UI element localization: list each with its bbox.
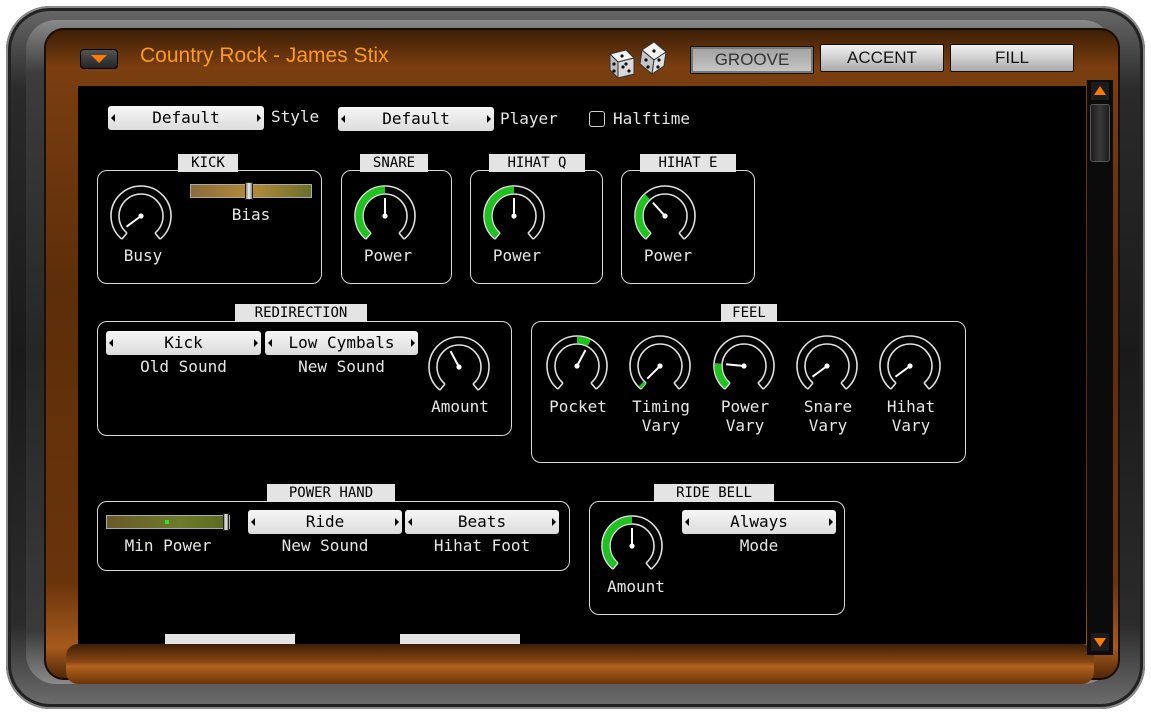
busy-knob[interactable] [106,182,176,248]
feel-title: FEEL [721,304,777,322]
arrow-left-icon [268,339,272,347]
arrow-left-icon [251,518,255,526]
power-hand-sound-value: Ride [305,512,345,531]
power-hand-sound-label: New Sound [281,536,369,555]
next-section-title-right [400,634,520,644]
busy-label: Busy [123,246,163,265]
halftime-label: Halftime [613,109,691,128]
hihat-vary-label-2: Vary [891,416,931,435]
groove-tab-button[interactable]: GROOVE [690,46,814,74]
pocket-label: Pocket [549,397,607,416]
arrow-left-icon [685,518,689,526]
old-sound-value: Kick [164,333,203,352]
min-power-indicator [165,520,169,524]
power-vary-label-2: Vary [725,416,765,435]
hihat-e-power-label: Power [643,246,693,265]
redirection-amount-knob[interactable] [424,333,494,399]
min-power-label: Min Power [124,536,212,555]
hihat-foot-label: Hihat Foot [433,536,531,555]
snare-vary-label-1: Snare [803,397,853,416]
arrow-right-icon [487,115,491,123]
power-hand-title: POWER HAND [267,484,395,502]
halftime-checkbox[interactable] [589,111,605,127]
hihat-e-title: HIHAT E [640,154,736,172]
arrow-left-icon [408,518,412,526]
pocket-knob[interactable] [542,332,612,398]
groove-panel: Default Style Default Player Halftime KI… [78,86,1086,644]
new-sound-selector[interactable]: Low Cymbals [265,331,418,355]
arrow-right-icon [254,339,258,347]
power-vary-label-1: Power [720,397,770,416]
ride-bell-amount-label: Amount [607,577,665,596]
hihat-foot-value: Beats [457,512,507,531]
ride-bell-mode-selector[interactable]: Always [682,510,836,534]
timing-vary-label-2: Vary [641,416,681,435]
accent-tab-button[interactable]: ACCENT [820,44,944,72]
dice-randomize-icon[interactable] [604,40,676,80]
arrow-right-icon [257,114,261,122]
arrow-right-icon [411,339,415,347]
next-section-title-left [165,634,295,644]
bias-slider[interactable] [190,182,312,200]
old-sound-selector[interactable]: Kick [106,331,261,355]
style-value: Default [152,108,220,127]
preset-title: Country Rock - James Stix [140,44,389,67]
snare-power-label: Power [363,246,413,265]
new-sound-value: Low Cymbals [288,333,395,352]
hihat-q-title: HIHAT Q [489,154,585,172]
scroll-down-button[interactable] [1091,633,1109,651]
vertical-scrollbar[interactable] [1087,80,1113,655]
ride-bell-amount-knob[interactable] [597,512,667,578]
arrow-down-icon [1094,638,1106,647]
snare-power-knob[interactable] [350,182,420,248]
new-sound-label: New Sound [298,357,385,376]
bias-label: Bias [231,205,271,224]
scroll-up-button[interactable] [1091,82,1109,100]
player-value: Default [382,109,450,128]
arrow-up-icon [1094,86,1106,95]
style-label: Style [271,107,320,126]
bias-slider-handle[interactable] [245,182,253,200]
ride-bell-title: RIDE BELL [654,484,774,502]
player-selector[interactable]: Default [338,107,494,131]
hihat-vary-label-1: Hihat [886,397,936,416]
arrow-right-icon [829,518,833,526]
scroll-thumb[interactable] [1090,104,1110,162]
arrow-left-icon [341,115,345,123]
redirection-amount-label: Amount [431,397,489,416]
timing-vary-label-1: Timing [632,397,690,416]
ride-bell-mode-label: Mode [739,536,779,555]
min-power-slider[interactable] [106,513,230,531]
snare-vary-knob[interactable] [792,332,862,398]
ride-bell-mode-value: Always [730,512,788,531]
hihat-e-power-knob[interactable] [630,182,700,248]
old-sound-label: Old Sound [140,357,227,376]
hihat-foot-selector[interactable]: Beats [405,510,559,534]
hihat-q-power-knob[interactable] [479,182,549,248]
dropdown-arrow-icon [91,55,107,63]
style-selector[interactable]: Default [108,106,264,130]
arrow-right-icon [395,518,399,526]
redirection-title: REDIRECTION [235,304,367,322]
app-window: Country Rock - James Stix GROOVE ACCENT … [0,0,1151,715]
hihat-vary-knob[interactable] [875,332,945,398]
kick-title: KICK [178,154,238,172]
menu-dropdown-button[interactable] [80,49,118,69]
arrow-left-icon [109,339,113,347]
power-vary-knob[interactable] [709,332,779,398]
hihat-q-power-label: Power [492,246,542,265]
snare-title: SNARE [360,154,428,172]
min-power-slider-handle[interactable] [223,513,229,531]
bottom-bar [66,644,1094,684]
arrow-right-icon [552,518,556,526]
power-hand-sound-selector[interactable]: Ride [248,510,402,534]
timing-vary-knob[interactable] [625,332,695,398]
fill-tab-button[interactable]: FILL [950,44,1074,72]
player-label: Player [500,109,558,128]
snare-vary-label-2: Vary [808,416,848,435]
arrow-left-icon [111,114,115,122]
